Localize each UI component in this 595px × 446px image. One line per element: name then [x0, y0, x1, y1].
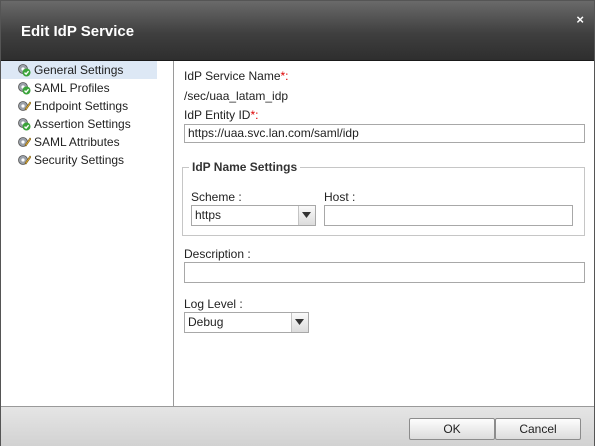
- dialog-title: Edit IdP Service: [21, 23, 135, 40]
- entity-id-label: IdP Entity ID*:: [184, 108, 259, 122]
- check-gear-icon: [18, 64, 31, 77]
- general-settings-panel: IdP Service Name*: /sec/uaa_latam_idp Id…: [174, 61, 594, 406]
- settings-nav: General Settings SAML Profiles Endpoint …: [1, 61, 174, 406]
- sidebar-item-label: General Settings: [34, 63, 124, 77]
- scheme-label: Scheme :: [191, 190, 242, 204]
- check-gear-icon: [18, 118, 31, 131]
- host-field[interactable]: [324, 205, 573, 226]
- dialog-titlebar: Edit IdP Service ×: [1, 1, 594, 61]
- required-mark: *:: [280, 69, 289, 83]
- check-gear-icon: [18, 82, 31, 95]
- entity-id-field[interactable]: https://uaa.svc.lan.com/saml/idp: [184, 124, 585, 143]
- sidebar-item-saml-attributes[interactable]: SAML Attributes: [1, 133, 157, 151]
- pencil-gear-icon: [18, 137, 31, 147]
- sidebar-item-label: Endpoint Settings: [34, 99, 129, 113]
- pencil-gear-icon: [18, 155, 31, 165]
- host-label: Host :: [324, 190, 356, 204]
- service-name-label: IdP Service Name*:: [184, 69, 289, 83]
- idp-name-settings-legend: IdP Name Settings: [192, 160, 298, 174]
- sidebar-item-assertion-settings[interactable]: Assertion Settings: [1, 115, 157, 133]
- chevron-down-icon: [291, 313, 308, 332]
- cancel-button[interactable]: Cancel: [495, 418, 581, 440]
- sidebar-item-label: Security Settings: [34, 153, 125, 167]
- sidebar-item-saml-profiles[interactable]: SAML Profiles: [1, 79, 157, 97]
- edit-idp-service-dialog: Edit IdP Service × General Settings SAML…: [0, 0, 595, 446]
- sidebar-item-label: SAML Attributes: [34, 135, 120, 149]
- log-level-label: Log Level :: [184, 297, 243, 311]
- close-icon[interactable]: ×: [576, 12, 584, 27]
- required-mark: *:: [250, 108, 259, 122]
- chevron-down-icon: [298, 206, 315, 225]
- description-field[interactable]: [184, 262, 585, 283]
- idp-name-settings-group: IdP Name Settings Scheme : https Host :: [182, 160, 585, 236]
- description-label: Description :: [184, 247, 251, 261]
- service-name-value: /sec/uaa_latam_idp: [184, 89, 289, 103]
- sidebar-item-endpoint-settings[interactable]: Endpoint Settings: [1, 97, 157, 115]
- scheme-select[interactable]: https: [191, 205, 316, 226]
- sidebar-item-label: Assertion Settings: [34, 117, 131, 131]
- sidebar-item-general-settings[interactable]: General Settings: [1, 61, 157, 79]
- sidebar-item-label: SAML Profiles: [34, 81, 110, 95]
- ok-button[interactable]: OK: [409, 418, 495, 440]
- dialog-footer: OK Cancel: [1, 406, 594, 446]
- log-level-select[interactable]: Debug: [184, 312, 309, 333]
- pencil-gear-icon: [18, 101, 31, 111]
- sidebar-item-security-settings[interactable]: Security Settings: [1, 151, 157, 169]
